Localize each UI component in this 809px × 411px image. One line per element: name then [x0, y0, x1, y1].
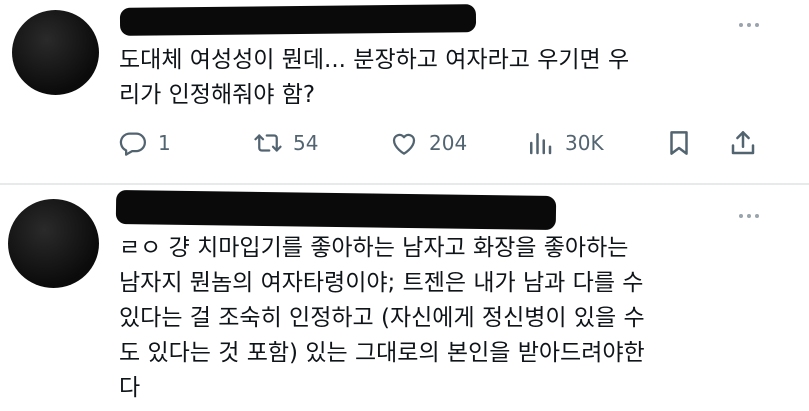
post-actions: 1 54 204 30K — [116, 125, 766, 161]
heart-icon — [389, 128, 419, 158]
post-2: ㄹㅇ 걍 치마입기를 좋아하는 남자고 화장을 좋아하는 남자지 뭔놈의 여자타… — [0, 185, 809, 411]
repost-count: 54 — [293, 131, 319, 155]
reply-icon — [118, 128, 148, 158]
bookmark-button[interactable] — [664, 125, 694, 161]
post-text: ㄹㅇ 걍 치마입기를 좋아하는 남자고 화장을 좋아하는 남자지 뭔놈의 여자타… — [119, 235, 645, 401]
reply-button[interactable]: 1 — [118, 125, 171, 161]
reply-count: 1 — [158, 131, 171, 155]
views-button[interactable]: 30K — [525, 125, 604, 161]
avatar[interactable] — [8, 199, 99, 288]
like-button[interactable]: 204 — [389, 125, 467, 161]
more-dot — [747, 23, 751, 27]
avatar[interactable] — [12, 10, 99, 95]
more-dot — [755, 214, 759, 218]
views-count: 30K — [565, 131, 604, 155]
repost-button[interactable]: 54 — [253, 125, 318, 161]
author-name-redacted — [115, 189, 557, 231]
more-dot — [739, 23, 743, 27]
post-1: 도대체 여성성이 뭔데... 분장하고 여자라고 우기면 우 리가 인정해줘야 … — [0, 0, 809, 183]
more-dot — [739, 214, 743, 218]
share-button[interactable] — [728, 125, 758, 161]
bookmark-icon — [664, 128, 694, 158]
author-name-redacted — [119, 4, 477, 36]
like-count: 204 — [429, 131, 468, 155]
views-icon — [525, 128, 555, 158]
more-dot — [755, 23, 759, 27]
more-icon[interactable] — [739, 23, 759, 27]
repost-icon — [253, 128, 283, 158]
post-text: 도대체 여성성이 뭔데... 분장하고 여자라고 우기면 우 리가 인정해줘야 … — [119, 47, 630, 108]
share-icon — [728, 128, 758, 158]
more-icon[interactable] — [739, 214, 759, 218]
more-dot — [747, 214, 751, 218]
